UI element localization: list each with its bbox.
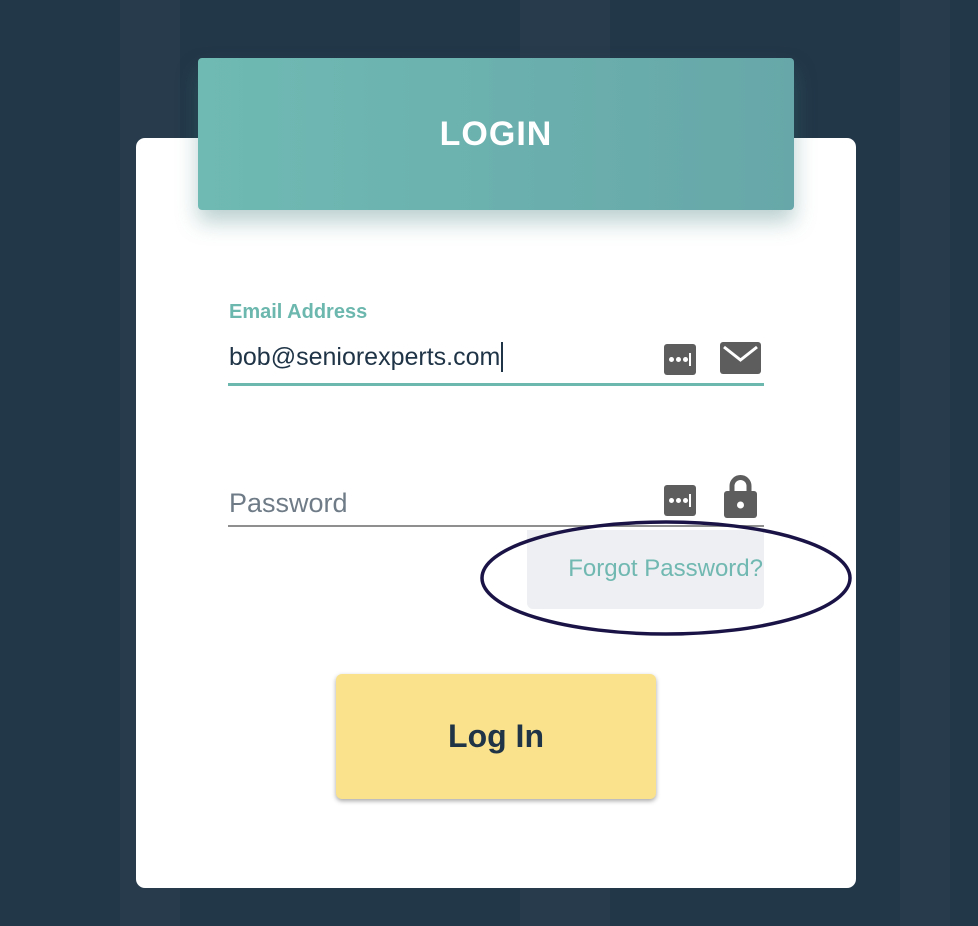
forgot-password-link[interactable]: Forgot Password? bbox=[568, 555, 763, 583]
envelope-icon bbox=[720, 342, 761, 374]
email-field[interactable]: bob@seniorexperts.com bbox=[229, 342, 504, 372]
text-caret bbox=[501, 342, 504, 372]
lock-icon bbox=[724, 475, 757, 518]
login-title: LOGIN bbox=[439, 114, 553, 153]
email-field-value: bob@seniorexperts.com bbox=[229, 342, 501, 371]
password-manager-icon[interactable] bbox=[664, 344, 696, 375]
password-manager-icon[interactable] bbox=[664, 485, 696, 516]
password-underline bbox=[228, 525, 764, 527]
forgot-password-highlight: Forgot Password? bbox=[527, 530, 764, 609]
email-underline bbox=[228, 383, 764, 386]
login-header: LOGIN bbox=[198, 58, 794, 210]
log-in-button[interactable]: Log In bbox=[336, 674, 656, 799]
email-label: Email Address bbox=[229, 301, 368, 323]
background-stripe bbox=[900, 0, 950, 926]
password-field[interactable] bbox=[229, 483, 649, 523]
